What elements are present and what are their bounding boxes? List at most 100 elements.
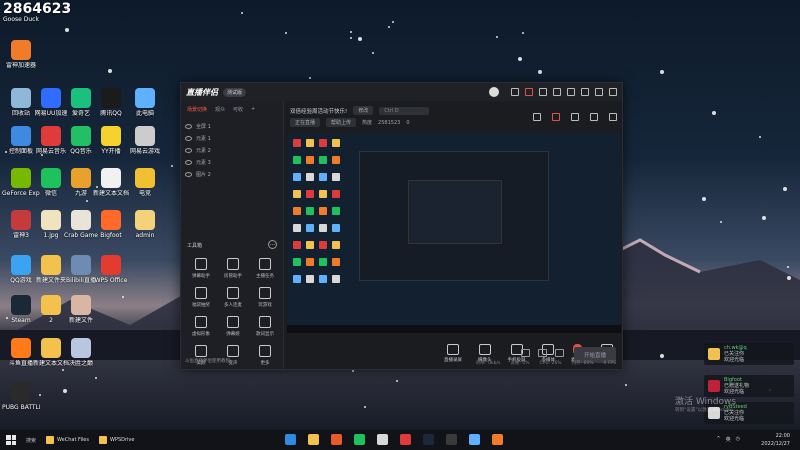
store-icon[interactable]	[331, 434, 342, 445]
desktop-icon[interactable]: 网易云游戏	[126, 126, 164, 155]
qq-icon[interactable]	[377, 434, 388, 445]
tool-button[interactable]: 多人连麦	[217, 287, 249, 308]
preview-desktop-icon	[332, 224, 340, 232]
scene-item[interactable]: 全屏 1	[185, 120, 279, 132]
app-icon	[135, 168, 155, 188]
toolbox-more-button[interactable]: …	[268, 240, 277, 249]
scene-list: 全屏 1 元素 1 元素 2 元素 3 图片 2	[181, 118, 283, 182]
link-icon[interactable]	[538, 349, 547, 357]
taskbar-search[interactable]: 搜索	[26, 437, 36, 444]
add-tab-button[interactable]: +	[251, 106, 255, 113]
config-icons	[521, 349, 564, 357]
scene-item[interactable]: 元素 1	[185, 132, 279, 144]
desktop-icon[interactable]: 电竞	[126, 168, 164, 197]
record-icon[interactable]	[551, 113, 560, 121]
eye-icon[interactable]	[185, 171, 192, 177]
menu-icon[interactable]	[567, 88, 575, 96]
notification-item[interactable]: ch.wk@q 已关注你 欢迎光临	[704, 343, 794, 365]
camera-icon[interactable]	[521, 349, 530, 357]
mail-icon[interactable]	[539, 88, 547, 96]
app-icon	[101, 168, 121, 188]
tool-button[interactable]: 福袋抽奖	[185, 287, 217, 308]
version-badge[interactable]: 测试版	[223, 87, 247, 97]
clock[interactable]: 22:00 2022/12/27	[761, 432, 790, 448]
layout-icon[interactable]	[608, 113, 617, 121]
tool-button[interactable]: 主播任务	[249, 258, 281, 279]
desktop-icon[interactable]: 决胜之巅	[62, 338, 100, 367]
preview-desktop-icon	[306, 139, 314, 147]
clock-icon[interactable]: ◷	[736, 436, 740, 443]
tab-receivable[interactable]: 可收	[233, 106, 243, 113]
desktop-icon[interactable]: admin	[126, 210, 164, 239]
game-icon[interactable]	[446, 434, 457, 445]
scene-item[interactable]: 元素 3	[185, 156, 279, 168]
desktop-icon[interactable]: 雷神加速器	[2, 40, 40, 69]
accelerator-icon[interactable]	[469, 434, 480, 445]
live-status-chip[interactable]: 正在直播	[290, 118, 321, 127]
eye-icon[interactable]	[185, 159, 192, 165]
lock-icon[interactable]	[532, 113, 541, 121]
tool-button[interactable]: 玩游戏	[249, 287, 281, 308]
netease-music-icon[interactable]	[400, 434, 411, 445]
tool-button[interactable]: 弹幕助手	[185, 258, 217, 279]
taskbar-item-wpsdrive[interactable]: WPSDrive	[99, 436, 134, 444]
wechat-icon[interactable]	[354, 434, 365, 445]
edit-button[interactable]: 修改	[353, 106, 374, 115]
snowflake	[372, 52, 374, 54]
tool-button[interactable]: 虚拟形象	[185, 316, 217, 337]
grid-icon[interactable]	[570, 113, 579, 121]
stream-preview[interactable]	[287, 133, 621, 333]
taskbar-item-wechat-files[interactable]: WeChat Files	[46, 436, 89, 444]
desktop-icon[interactable]: YY开播	[92, 126, 130, 155]
snowflake	[350, 37, 352, 39]
edge-icon[interactable]	[285, 434, 296, 445]
snowflake	[392, 21, 394, 23]
explorer-icon[interactable]	[308, 434, 319, 445]
preview-desktop-icon	[332, 275, 340, 283]
close-icon[interactable]	[609, 88, 617, 96]
tab-audience[interactable]: 观众	[215, 106, 225, 113]
tool-label: 房管助手	[224, 274, 242, 279]
scene-item[interactable]: 元素 2	[185, 144, 279, 156]
desktop-icon[interactable]: 腾讯QQ	[92, 88, 130, 117]
eye-icon[interactable]	[185, 123, 192, 129]
eye-icon[interactable]	[185, 147, 192, 153]
upload-help-chip[interactable]: 帮助上传	[326, 118, 357, 127]
maximize-icon[interactable]	[595, 88, 603, 96]
bell-icon[interactable]	[589, 113, 598, 121]
shortcut-field[interactable]: Ctrl D	[379, 106, 430, 115]
minimize-icon[interactable]	[581, 88, 589, 96]
headset-icon[interactable]	[511, 88, 519, 96]
streaming-companion-icon[interactable]	[492, 434, 503, 445]
user-avatar[interactable]	[489, 87, 499, 97]
settings-icon[interactable]	[553, 88, 561, 96]
tray-expand-icon[interactable]: ^	[716, 436, 720, 443]
steam-icon[interactable]	[423, 434, 434, 445]
desktop-icon[interactable]: 新建文件	[62, 295, 100, 324]
start-icon[interactable]	[6, 435, 16, 445]
tool-button[interactable]: 更多	[249, 345, 281, 366]
snowflake	[95, 377, 97, 379]
preview-desktop-icon	[306, 207, 314, 215]
tool-button[interactable]: 房管助手	[217, 258, 249, 279]
gift-icon[interactable]	[525, 88, 533, 96]
app-icon	[11, 40, 31, 60]
input-method-icon[interactable]: 英	[726, 436, 731, 443]
desktop-icon[interactable]: Bigfoot	[92, 210, 130, 239]
tutorial-link[interactable]: 斗鱼直播伴侣使用教程	[185, 358, 230, 364]
eye-icon[interactable]	[185, 135, 192, 141]
desktop-icon[interactable]: 此电脑	[126, 88, 164, 117]
scene-item[interactable]: 图片 2	[185, 168, 279, 180]
desktop-icon[interactable]: 新建文本文档	[92, 168, 130, 197]
desktop-icon-label: 此电脑	[135, 110, 154, 117]
preview-desktop-icon	[306, 224, 314, 232]
preview-desktop-icon	[306, 190, 314, 198]
gear-icon[interactable]	[555, 349, 564, 357]
preview-desktop-icon	[293, 139, 301, 147]
desktop-icon[interactable]: WPS Office	[92, 255, 130, 284]
tab-scene-switch[interactable]: 场景切换	[187, 106, 207, 113]
tool-button[interactable]: 歌词显示	[249, 316, 281, 337]
preview-desktop-icon	[319, 241, 327, 249]
tool-button[interactable]: 弹幕姬	[217, 316, 249, 337]
desktop-icon[interactable]: PUBG BATTLEGR...	[2, 382, 40, 411]
